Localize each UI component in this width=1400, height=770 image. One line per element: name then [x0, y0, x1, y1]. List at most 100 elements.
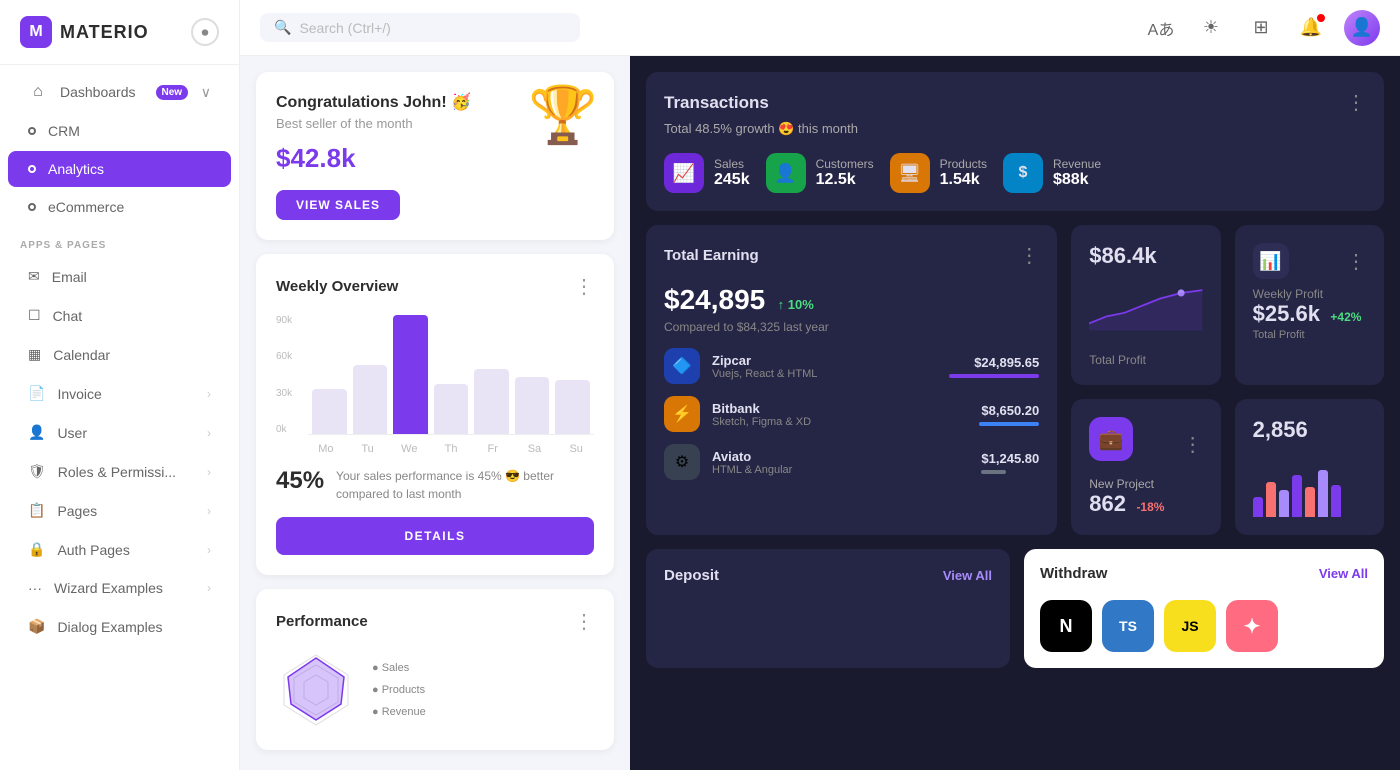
stat-info: Sales 245k: [714, 157, 750, 189]
translate-icon[interactable]: Aあ: [1144, 11, 1178, 45]
bell-icon[interactable]: 🔔: [1294, 11, 1328, 45]
brightness-icon[interactable]: ☀: [1194, 11, 1228, 45]
arrow-icon: ›: [207, 581, 211, 595]
bitbank-name: Bitbank: [712, 401, 967, 416]
transactions-card: Transactions ⋮ Total 48.5% growth 😍 this…: [646, 72, 1384, 211]
sidebar-item-label: Roles & Permissi...: [58, 464, 176, 480]
customers-label: Customers: [816, 157, 874, 171]
y-axis-labels: 90k 60k 30k 0k: [276, 315, 292, 435]
mini-bar: [1253, 497, 1263, 517]
profit-row: $86.4k Total Profit: [1071, 225, 1384, 385]
profit-label: Total Profit: [1089, 353, 1202, 367]
shield-icon: 🛡: [28, 463, 46, 480]
footer-text: Your sales performance is 45% 😎 better c…: [336, 467, 594, 503]
sidebar-item-invoice[interactable]: 📄 Invoice ›: [8, 375, 231, 412]
project-value: 862: [1089, 491, 1126, 516]
sidebar-item-roles[interactable]: 🛡 Roles & Permissi... ›: [8, 453, 231, 490]
content-area: Congratulations John! 🥳 Best seller of t…: [240, 56, 1400, 770]
earning-more-button[interactable]: ⋮: [1019, 243, 1039, 268]
details-button[interactable]: DETAILS: [276, 517, 594, 555]
performance-title: Performance: [276, 613, 368, 630]
bitbank-progress: [979, 422, 1039, 426]
wp-header: 📊 ⋮: [1253, 243, 1366, 279]
logo-text: MATERIO: [60, 22, 149, 43]
transaction-stats: 📈 Sales 245k 👤 Customers 12.5k: [664, 153, 1366, 193]
zipcar-info: Zipcar Vuejs, React & HTML: [712, 353, 937, 380]
wp-more-button[interactable]: ⋮: [1346, 249, 1366, 274]
sidebar-item-auth[interactable]: 🔒 Auth Pages ›: [8, 531, 231, 568]
products-label: Products: [940, 157, 987, 171]
sidebar-item-pages[interactable]: 📋 Pages ›: [8, 492, 231, 529]
sidebar-item-ecommerce[interactable]: eCommerce: [8, 189, 231, 225]
aviato-progress: [981, 470, 1006, 474]
sidebar-item-label: Calendar: [53, 347, 110, 363]
topbar-actions: Aあ ☀ ⊞ 🔔 👤: [1144, 10, 1380, 46]
stat-sales: 📈 Sales 245k: [664, 153, 750, 193]
earning-row-bitbank: ⚡ Bitbank Sketch, Figma & XD $8,650.20: [664, 396, 1039, 432]
logo-icon: M: [20, 16, 52, 48]
aviato-icon: ⚙: [664, 444, 700, 480]
sidebar-item-dashboards[interactable]: ⌂ Dashboards New ∨: [8, 73, 231, 111]
weekly-profit-card: 📊 ⋮ Weekly Profit $25.6k +42% Total Prof…: [1235, 225, 1384, 385]
sidebar-item-label: Email: [52, 269, 87, 285]
earning-row-aviato: ⚙ Aviato HTML & Angular $1,245.80: [664, 444, 1039, 480]
trophy-icon: 🏆: [528, 82, 598, 148]
sidebar-item-label: CRM: [48, 123, 80, 139]
zipcar-icon: 🔷: [664, 348, 700, 384]
view-sales-button[interactable]: VIEW SALES: [276, 190, 400, 220]
performance-card: Performance ⋮ ● Sales ● Products ● Reven: [256, 589, 614, 750]
wp-sub: Total Profit: [1253, 329, 1366, 341]
deposit-header: Deposit View All: [664, 567, 992, 584]
bar-tu: [353, 365, 388, 434]
perf-more-button[interactable]: ⋮: [574, 609, 594, 634]
user-avatar[interactable]: 👤: [1344, 10, 1380, 46]
weekly-overview-card: Weekly Overview ⋮ 90k 60k 30k 0k: [256, 254, 614, 575]
arrow-icon: ›: [207, 543, 211, 557]
mini-bar: [1305, 487, 1315, 517]
zipcar-name: Zipcar: [712, 353, 937, 368]
tech-logo-js: JS: [1164, 600, 1216, 652]
trans-more-button[interactable]: ⋮: [1346, 90, 1366, 115]
record-button[interactable]: ⏺: [191, 18, 219, 46]
mini-bar: [1279, 490, 1289, 518]
deposit-view-all[interactable]: View All: [943, 568, 992, 583]
tech-logos-container: N TS JS ✦: [1040, 600, 1368, 652]
search-box[interactable]: 🔍 Search (Ctrl+/): [260, 13, 580, 42]
sidebar-item-chat[interactable]: ☐ Chat: [8, 297, 231, 334]
invoice-icon: 📄: [28, 385, 45, 402]
arrow-icon: ›: [207, 426, 211, 440]
withdraw-card: Withdraw View All N TS JS ✦: [1024, 549, 1384, 668]
sidebar-item-email[interactable]: ✉ Email: [8, 258, 231, 295]
grid-icon[interactable]: ⊞: [1244, 11, 1278, 45]
left-panel: Congratulations John! 🥳 Best seller of t…: [240, 56, 630, 770]
sidebar-item-label: eCommerce: [48, 199, 124, 215]
sidebar-item-analytics[interactable]: Analytics: [8, 151, 231, 187]
new-project-card: 💼 ⋮ New Project 862 -18%: [1071, 399, 1220, 535]
sidebar-item-dialog[interactable]: 📦 Dialog Examples: [8, 608, 231, 645]
sales-value: 245k: [714, 171, 750, 189]
bar-th: [434, 384, 469, 434]
stat-products: 🖥 Products 1.54k: [890, 153, 987, 193]
profit-line-chart: [1089, 275, 1202, 340]
sidebar-item-user[interactable]: 👤 User ›: [8, 414, 231, 451]
sidebar-item-calendar[interactable]: ▦ Calendar: [8, 336, 231, 373]
logo-area: M MATERIO ⏺: [0, 0, 239, 65]
arrow-icon: ›: [207, 465, 211, 479]
total-earning-card: Total Earning ⋮ $24,895 ↑ 10% Compared t…: [646, 225, 1057, 535]
project-badge: -18%: [1136, 500, 1164, 514]
project-icon: 💼: [1089, 417, 1133, 461]
radar-chart: [276, 650, 356, 730]
withdraw-view-all[interactable]: View All: [1319, 566, 1368, 581]
np-label: New Project: [1089, 477, 1202, 491]
sidebar-item-label: Analytics: [48, 161, 104, 177]
home-icon: ⌂: [28, 83, 48, 101]
np-more-button[interactable]: ⋮: [1183, 432, 1203, 457]
earning-header: Total Earning ⋮: [664, 243, 1039, 268]
bitbank-amount: $8,650.20: [979, 403, 1039, 418]
sidebar-item-wizard[interactable]: ··· Wizard Examples ›: [8, 570, 231, 606]
chart-area: 90k 60k 30k 0k Mo: [276, 315, 594, 455]
more-button[interactable]: ⋮: [574, 274, 594, 299]
sidebar-item-label: Dialog Examples: [57, 619, 162, 635]
sidebar-item-crm[interactable]: CRM: [8, 113, 231, 149]
mini-bar: [1318, 470, 1328, 518]
